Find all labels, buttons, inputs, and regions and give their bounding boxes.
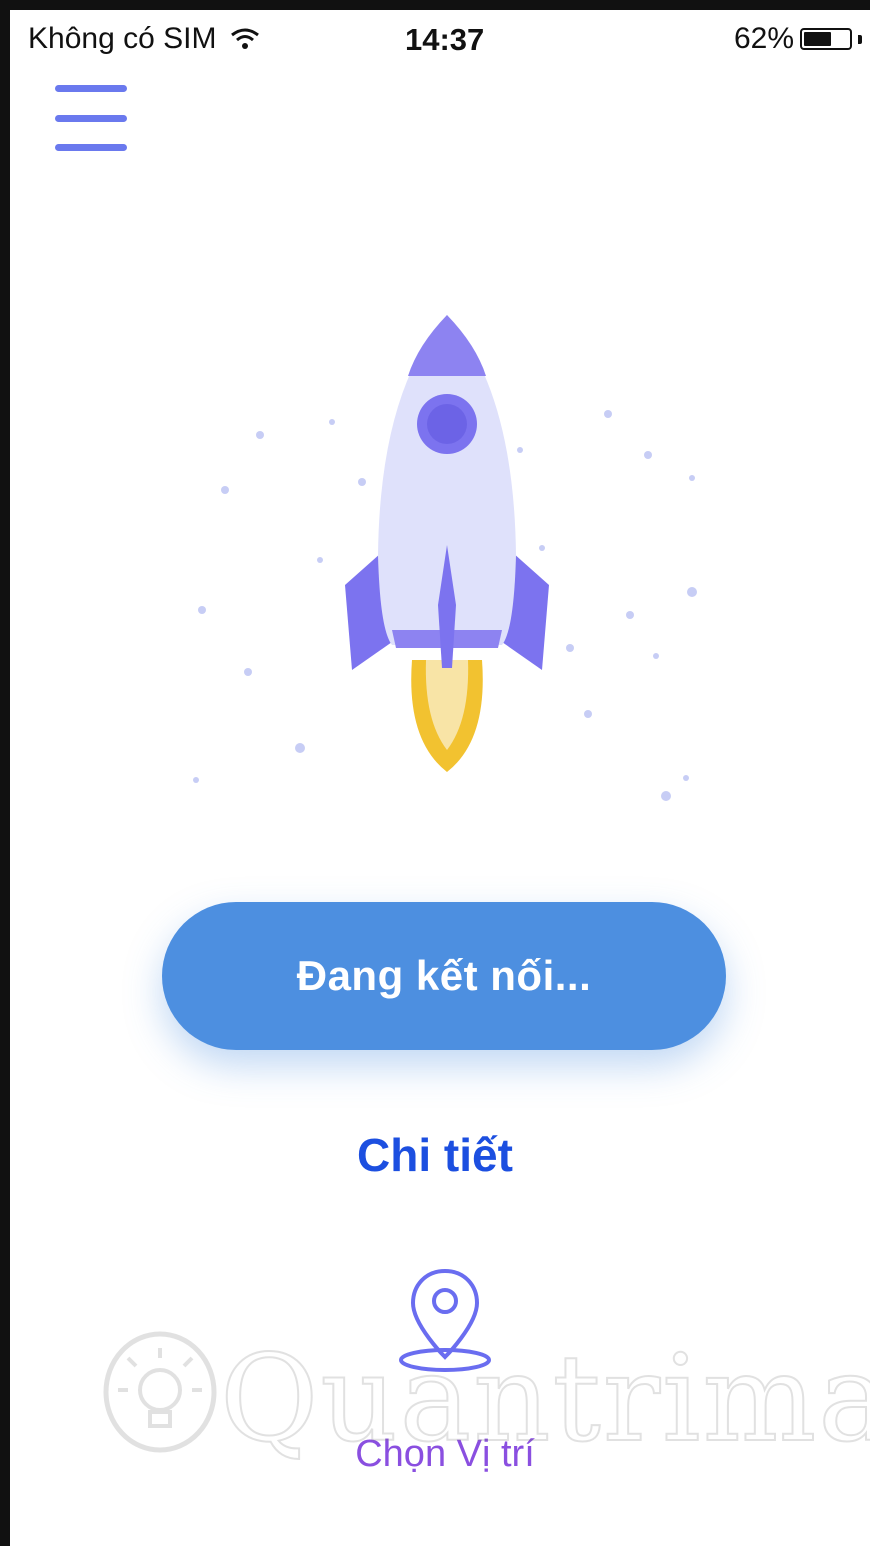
details-link[interactable]: Chi tiết <box>0 1128 870 1182</box>
battery-fill <box>804 32 832 46</box>
location-pin-icon <box>399 1268 491 1372</box>
rocket-illustration <box>193 315 697 801</box>
carrier-label: Không có SIM <box>28 22 217 55</box>
menu-line <box>55 114 127 122</box>
location-label: Chọn Vị trí <box>355 1433 535 1475</box>
wifi-icon <box>231 28 260 49</box>
connect-button[interactable]: Đang kết nối... <box>162 902 726 1050</box>
lightbulb-logo-icon <box>103 1331 217 1453</box>
status-bar: Không có SIM 14:37 62% <box>10 10 870 68</box>
battery-icon <box>800 28 852 50</box>
battery-percent: 62% <box>733 22 794 55</box>
location-picker[interactable]: Chọn Vị trí <box>300 1265 590 1495</box>
menu-line <box>55 144 127 151</box>
clock: 14:37 <box>405 22 485 57</box>
battery-indicator: 62% <box>734 22 862 56</box>
hamburger-menu-icon[interactable] <box>55 85 127 151</box>
menu-line <box>55 85 127 92</box>
battery-tip <box>858 34 862 44</box>
carrier-group: Không có SIM <box>28 22 260 56</box>
